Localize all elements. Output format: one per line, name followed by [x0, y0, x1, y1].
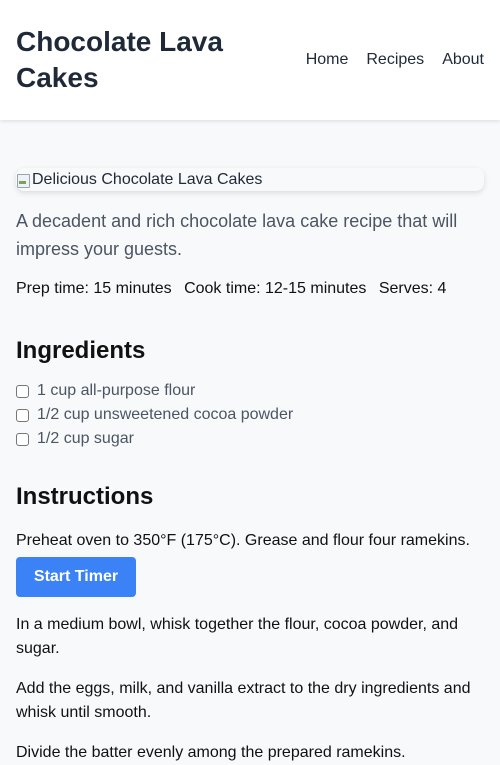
ingredient-checkbox[interactable]	[16, 408, 29, 422]
ingredient-item: 1/2 cup unsweetened cocoa powder	[16, 403, 484, 427]
page-title: Chocolate Lava Cakes	[16, 26, 223, 93]
ingredient-checkbox[interactable]	[16, 384, 29, 398]
start-timer-button[interactable]: Start Timer	[16, 557, 136, 597]
nav-home-link[interactable]: Home	[306, 50, 349, 70]
ingredient-label: 1/2 cup unsweetened cocoa powder	[37, 406, 294, 423]
instructions-heading: Instructions	[16, 483, 154, 510]
nav-recipes-link[interactable]: Recipes	[366, 50, 424, 70]
prep-time: Prep time: 15 minutes	[16, 280, 172, 297]
cook-time: Cook time: 12-15 minutes	[184, 280, 367, 297]
recipe-description: A decadent and rich chocolate lava cake …	[16, 211, 458, 259]
broken-image-icon	[16, 172, 30, 188]
ingredient-label: 1/2 cup sugar	[37, 430, 134, 447]
site-header: Chocolate Lava Cakes Home Recipes About	[0, 0, 500, 120]
recipe-main: Delicious Chocolate Lava Cakes A decaden…	[16, 168, 484, 765]
ingredient-item: 1/2 cup sugar	[16, 427, 484, 451]
instruction-step: Add the eggs, milk, and vanilla extract …	[16, 680, 471, 721]
ingredient-checkbox[interactable]	[16, 432, 29, 446]
instruction-step: In a medium bowl, whisk together the flo…	[16, 616, 459, 657]
ingredient-label: 1 cup all-purpose flour	[37, 382, 196, 399]
ingredients-heading: Ingredients	[16, 337, 146, 364]
servings: Serves: 4	[378, 280, 447, 297]
instruction-step: Preheat oven to 350°F (175°C). Grease an…	[16, 532, 470, 549]
hero-image: Delicious Chocolate Lava Cakes	[16, 168, 484, 191]
hero-image-alt: Delicious Chocolate Lava Cakes	[32, 170, 263, 188]
ingredient-item: 1 cup all-purpose flour	[16, 379, 484, 403]
recipe-meta: Prep time: 15 minutes Cook time: 12-15 m…	[16, 277, 484, 301]
main-nav: Home Recipes About	[306, 50, 484, 70]
instruction-step: Divide the batter evenly among the prepa…	[16, 744, 406, 761]
nav-about-link[interactable]: About	[442, 50, 484, 70]
ingredients-list: 1 cup all-purpose flour 1/2 cup unsweete…	[16, 379, 484, 451]
